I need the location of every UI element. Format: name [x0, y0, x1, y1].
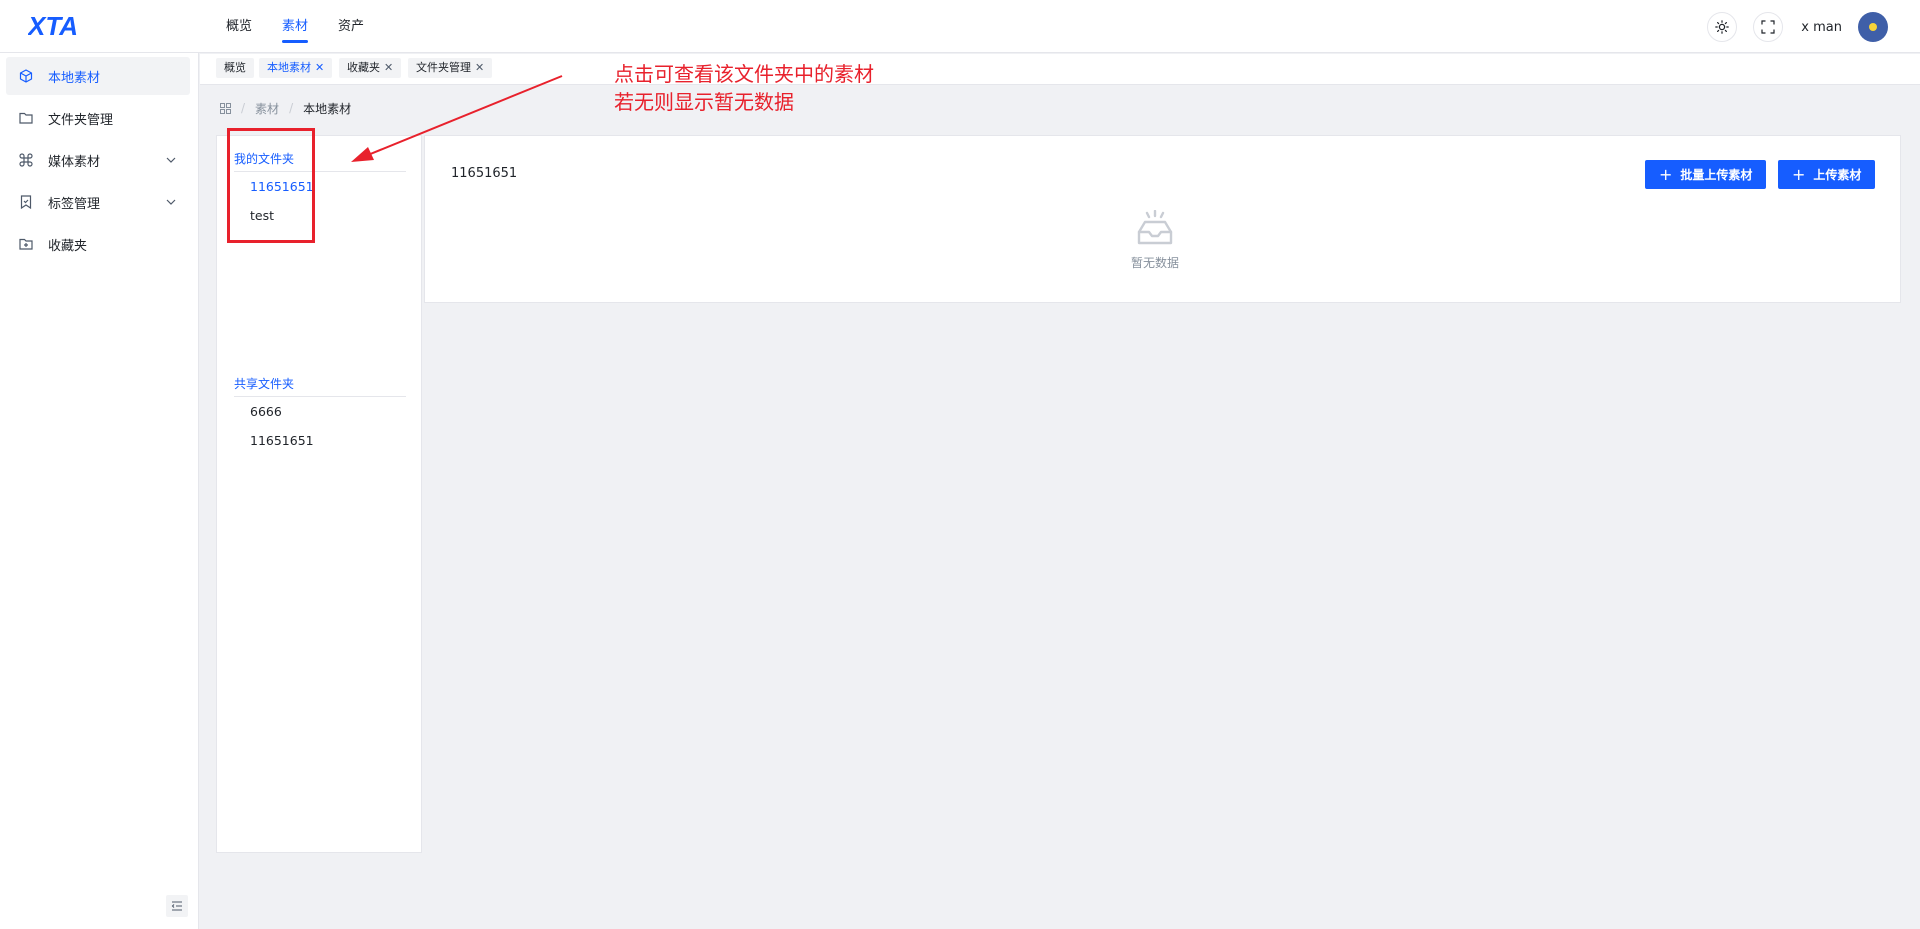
plus-icon: +	[1659, 164, 1673, 184]
theme-toggle-button[interactable]	[1707, 12, 1738, 42]
empty-state: 暂无数据	[1125, 209, 1185, 271]
sidebar-item-folder-management[interactable]: 文件夹管理	[6, 99, 190, 137]
sidebar-item-label: 本地素材	[48, 70, 101, 86]
tabs-bar: 概览 本地素材 ✕ 收藏夹 ✕ 文件夹管理 ✕	[200, 54, 1920, 85]
sidebar: 本地素材 文件夹管理 媒体素材 标签管理 收藏夹	[0, 53, 199, 929]
breadcrumb-current: 本地素材	[303, 101, 352, 116]
top-nav-overview[interactable]: 概览	[226, 0, 252, 53]
tab-label: 文件夹管理	[416, 61, 471, 74]
folder-icon	[18, 110, 34, 126]
avatar[interactable]	[1858, 12, 1888, 42]
empty-text: 暂无数据	[1130, 256, 1179, 270]
chevron-down-icon	[166, 199, 176, 205]
divider	[234, 396, 406, 397]
top-header: XTA 概览 素材 资产 x man	[0, 0, 1920, 53]
batch-upload-button[interactable]: + 批量上传素材	[1645, 160, 1767, 189]
breadcrumb: / 素材 / 本地素材	[220, 100, 351, 116]
tab-local-material[interactable]: 本地素材 ✕	[259, 58, 333, 78]
top-nav-assets[interactable]: 资产	[338, 0, 364, 53]
apps-icon[interactable]	[220, 102, 231, 114]
sidebar-item-label: 收藏夹	[48, 238, 88, 254]
annotation-text: 点击可查看该文件夹中的素材 若无则显示暂无数据	[614, 62, 874, 114]
cube-icon	[18, 68, 34, 84]
empty-inbox-icon	[1137, 209, 1173, 245]
tab-overview[interactable]: 概览	[216, 58, 254, 78]
username[interactable]: x man	[1801, 20, 1842, 35]
folder-title: 11651651	[451, 166, 518, 181]
fullscreen-button[interactable]	[1753, 12, 1784, 42]
shared-folder-item[interactable]: 6666	[250, 404, 282, 419]
material-content: 11651651 + 批量上传素材 + 上传素材 暂无数据	[424, 135, 1901, 303]
upload-button[interactable]: + 上传素材	[1778, 160, 1876, 189]
tab-favorites[interactable]: 收藏夹 ✕	[339, 58, 402, 78]
menu-fold-icon	[171, 901, 182, 911]
sidebar-collapse-button[interactable]	[166, 895, 188, 917]
close-icon[interactable]: ✕	[315, 61, 324, 74]
sidebar-item-label: 标签管理	[48, 196, 101, 212]
folder-add-icon	[18, 236, 34, 252]
fullscreen-icon	[1761, 20, 1775, 34]
shared-folders-title: 共享文件夹	[234, 377, 295, 391]
sidebar-item-local-material[interactable]: 本地素材	[6, 57, 190, 95]
annotation-highlight-box	[227, 128, 315, 243]
plus-icon: +	[1792, 164, 1806, 184]
tab-label: 本地素材	[267, 61, 311, 74]
command-icon	[18, 152, 34, 168]
svg-text:XTA: XTA	[28, 12, 78, 40]
sidebar-item-label: 文件夹管理	[48, 112, 114, 128]
tab-folder-management[interactable]: 文件夹管理 ✕	[408, 58, 493, 78]
tab-label: 收藏夹	[347, 61, 380, 74]
header-actions: x man	[1691, 12, 1888, 42]
sidebar-item-tag-management[interactable]: 标签管理	[6, 183, 190, 221]
sidebar-item-media-material[interactable]: 媒体素材	[6, 141, 190, 179]
close-icon[interactable]: ✕	[384, 61, 393, 74]
button-label: 批量上传素材	[1680, 168, 1753, 182]
button-label: 上传素材	[1813, 168, 1862, 182]
top-nav-material[interactable]: 素材	[282, 0, 309, 53]
sidebar-item-favorites[interactable]: 收藏夹	[6, 225, 190, 263]
close-icon[interactable]: ✕	[475, 61, 484, 74]
sun-icon	[1715, 20, 1730, 34]
breadcrumb-item[interactable]: 素材	[255, 100, 279, 117]
shared-folder-item[interactable]: 11651651	[250, 433, 314, 448]
xta-logo[interactable]: XTA	[28, 12, 100, 40]
chevron-down-icon	[166, 157, 176, 163]
tab-label: 概览	[224, 61, 246, 74]
top-nav: 概览 素材 资产	[226, 0, 394, 53]
bookmark-icon	[18, 194, 34, 210]
sidebar-item-label: 媒体素材	[48, 154, 101, 170]
